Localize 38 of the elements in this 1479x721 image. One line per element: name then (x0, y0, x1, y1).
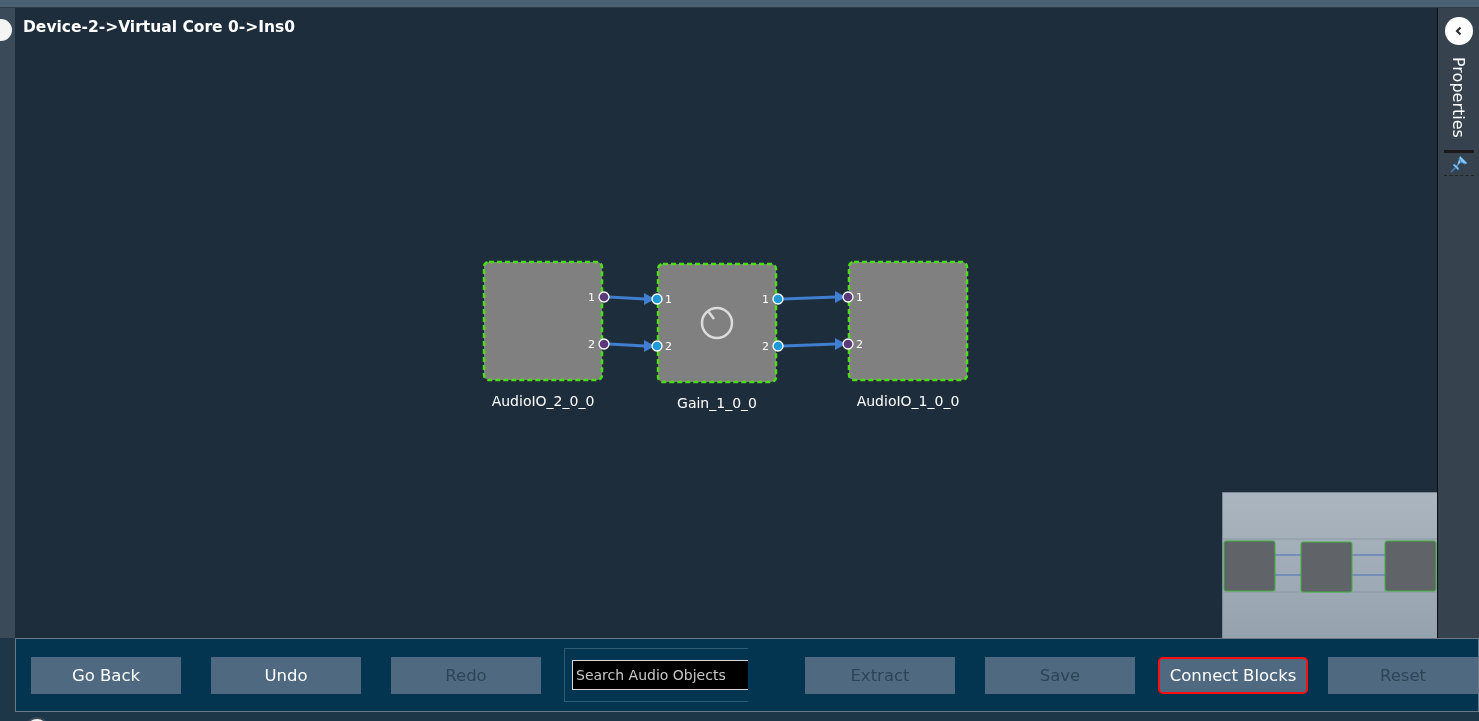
panel-title: Properties (1449, 57, 1468, 138)
toolbar-button[interactable]: Undo (211, 656, 361, 694)
port-number: 2 (588, 338, 595, 351)
output-port[interactable] (598, 338, 610, 350)
port-number: 2 (856, 338, 863, 351)
search-field[interactable]: Search Audio Objects (572, 660, 748, 690)
input-port[interactable] (651, 293, 663, 305)
connector-arrow (782, 338, 846, 350)
chevron-left-icon (1453, 26, 1464, 36)
port-number: 1 (762, 293, 769, 306)
connector-arrow (782, 291, 846, 303)
audio-block[interactable] (482, 260, 604, 382)
port-number: 1 (588, 291, 595, 304)
input-port[interactable] (651, 340, 663, 352)
block-label: AudioIO_2_0_0 (491, 393, 595, 409)
block-label: Gain_1_0_0 (677, 395, 757, 411)
block-label: AudioIO_1_0_0 (856, 393, 960, 409)
minimap[interactable] (1222, 492, 1437, 638)
pin-button[interactable] (1443, 149, 1474, 176)
audio-block[interactable] (656, 262, 778, 384)
port-number: 1 (665, 293, 672, 306)
toolbar-button[interactable]: Connect Blocks (1158, 656, 1308, 694)
port-number: 2 (665, 340, 672, 353)
pushpin-icon (1448, 153, 1469, 174)
output-port[interactable] (772, 293, 784, 305)
port-number: 1 (856, 291, 863, 304)
breadcrumb: Device-2->Virtual Core 0->Ins0 (23, 18, 296, 36)
connector-arrow (608, 293, 655, 305)
connector-arrow (608, 340, 655, 352)
output-port[interactable] (772, 340, 784, 352)
audio-block[interactable] (847, 260, 969, 382)
port-number: 2 (762, 340, 769, 353)
toolbar-button[interactable]: Go Back (31, 656, 181, 694)
knob-icon (700, 306, 734, 340)
input-port[interactable] (842, 338, 854, 350)
input-port[interactable] (842, 291, 854, 303)
collapse-button[interactable] (1444, 17, 1473, 45)
output-port[interactable] (598, 291, 610, 303)
